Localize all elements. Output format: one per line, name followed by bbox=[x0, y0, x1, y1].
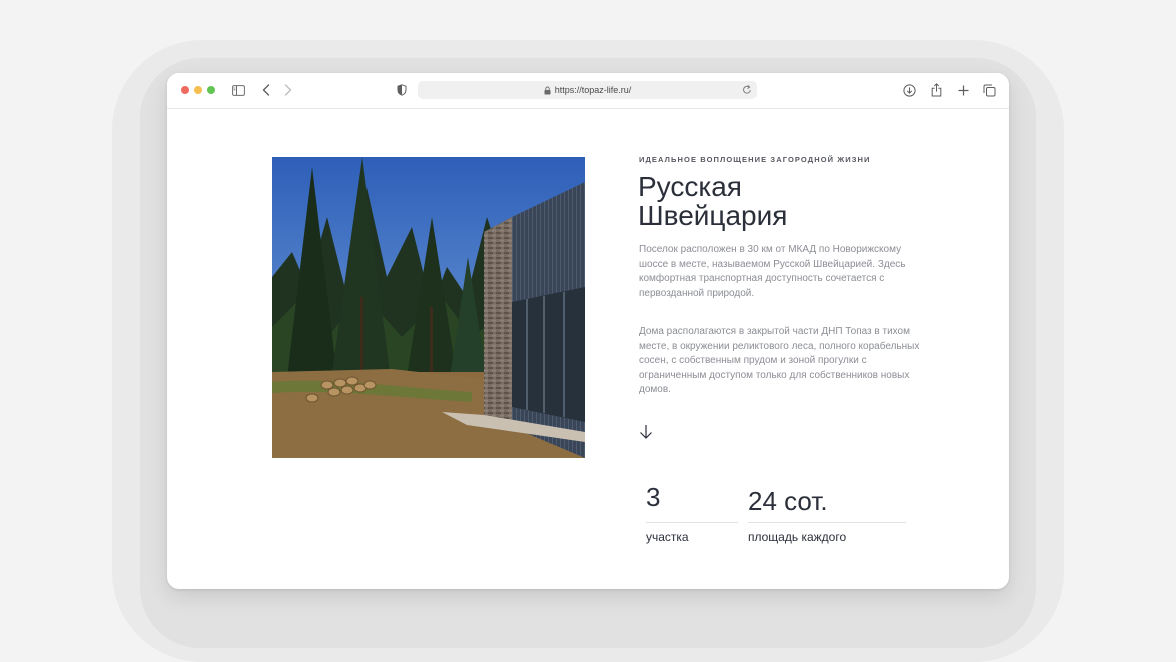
forward-icon[interactable] bbox=[283, 82, 293, 98]
stat-plots-value: 3 bbox=[646, 482, 661, 512]
hero-paragraph-location: Поселок расположен в 30 км от МКАД по Но… bbox=[639, 244, 906, 299]
hero-title-line-2: Швейцария bbox=[638, 200, 788, 231]
shield-icon[interactable] bbox=[396, 82, 407, 98]
stat-plots-divider bbox=[646, 522, 738, 523]
stat-area-value: 24 сот. bbox=[748, 486, 828, 516]
hero-paragraph-houses: Дома располагаются в закрытой части ДНП … bbox=[639, 326, 920, 396]
minimize-window-button[interactable] bbox=[194, 86, 202, 94]
stat-plots-label: участка bbox=[646, 530, 689, 544]
hero-title: Русская Швейцария bbox=[638, 172, 958, 230]
address-bar[interactable]: https://topaz-life.ru/ bbox=[418, 81, 757, 99]
hero-title-line-1: Русская bbox=[638, 171, 742, 202]
house-photo bbox=[272, 157, 585, 458]
browser-toolbar: https://topaz-life.ru/ bbox=[167, 73, 1009, 109]
browser-window: https://topaz-life.ru/ ИДЕАЛЬНОЕ ВОПЛОЩЕ… bbox=[167, 73, 1009, 589]
arrow-down-icon[interactable] bbox=[638, 423, 654, 441]
lock-icon bbox=[544, 86, 551, 95]
url-text: https://topaz-life.ru/ bbox=[554, 85, 632, 95]
hero-eyebrow: ИДЕАЛЬНОЕ ВОПЛОЩЕНИЕ ЗАГОРОДНОЙ ЖИЗНИ bbox=[639, 155, 871, 164]
stat-area-label: площадь каждого bbox=[748, 530, 847, 544]
zoom-window-button[interactable] bbox=[207, 86, 215, 94]
sidebar-icon[interactable] bbox=[231, 82, 245, 98]
download-icon[interactable] bbox=[902, 82, 916, 98]
share-icon[interactable] bbox=[930, 82, 942, 98]
tabs-icon[interactable] bbox=[983, 82, 996, 98]
stat-area-divider bbox=[748, 522, 906, 523]
reload-icon[interactable] bbox=[742, 84, 752, 95]
close-window-button[interactable] bbox=[181, 86, 189, 94]
new-tab-icon[interactable] bbox=[957, 82, 969, 98]
back-icon[interactable] bbox=[261, 82, 271, 98]
page-content: ИДЕАЛЬНОЕ ВОПЛОЩЕНИЕ ЗАГОРОДНОЙ ЖИЗНИ Ру… bbox=[167, 108, 1009, 589]
